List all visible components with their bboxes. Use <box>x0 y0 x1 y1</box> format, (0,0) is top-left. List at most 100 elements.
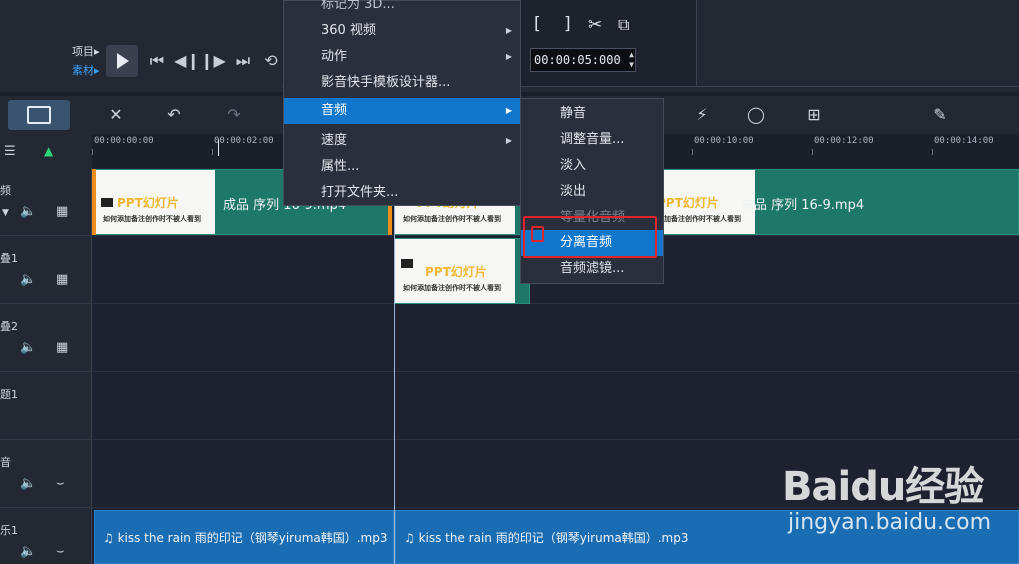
ripple-edit-icon[interactable]: ▦ <box>56 272 68 287</box>
menu-item-mark-3d[interactable]: 标记为 3D... <box>284 0 520 18</box>
ripple-edit-icon[interactable]: ▦ <box>56 340 68 355</box>
menu-item-open-folder[interactable]: 打开文件夹... <box>284 180 520 206</box>
timecode-value: 00:00:05:000 <box>534 53 621 67</box>
menu-item-properties[interactable]: 属性... <box>284 154 520 180</box>
go-to-end-icon[interactable]: ⏭ <box>228 46 258 76</box>
timecode-field[interactable]: 00:00:05:000 ▲ ▼ <box>530 48 636 72</box>
thumb-subtitle: 如何添加备注创作时不被人看到 <box>403 215 501 223</box>
track-row-title1[interactable] <box>92 372 1019 440</box>
track-header-music1: 乐1 🔈 ⌣ <box>0 508 92 564</box>
add-marker-icon[interactable]: ▲ <box>44 144 53 158</box>
mask-icon[interactable]: ◯ <box>744 104 768 126</box>
speaker-icon[interactable]: 🔈 <box>20 204 36 219</box>
ruler-cursor <box>218 140 219 156</box>
submenu-item-mute[interactable]: 静音 <box>521 101 663 127</box>
audio-clip[interactable]: ♫ kiss the rain 雨的印记（钢琴yiruma韩国）.mp3 <box>94 510 394 564</box>
undo-icon[interactable]: ↶ <box>162 104 186 126</box>
annotation-cursor-box <box>531 226 544 242</box>
menu-item-label: 音频 <box>321 103 348 118</box>
menu-item-label: 静音 <box>560 106 587 121</box>
track-headers: 频 ▼ 🔈 ▦ 叠1 🔈 ▦ 叠2 🔈 ▦ 题1 音 🔈 ⌣ 乐1 🔈 ⌣ <box>0 168 92 564</box>
submenu-item-fade-out[interactable]: 淡出 <box>521 179 663 205</box>
menu-item-label: 音频滤镜... <box>560 261 625 276</box>
menu-item-label: 360 视频 <box>321 23 376 38</box>
speaker-icon <box>101 198 113 207</box>
motion-tracking-icon[interactable]: ⚡ <box>690 104 714 126</box>
project-mode-label[interactable]: 项目▸ <box>72 43 100 59</box>
thumb-title: PPT幻灯片 <box>117 196 179 210</box>
track-manager-bar: ☰ ▲ <box>0 134 92 168</box>
mark-in-icon[interactable]: [ <box>534 14 541 34</box>
audio-wave-icon[interactable]: ⌣ <box>56 544 65 559</box>
track-label: 乐1 <box>0 524 18 537</box>
menu-item-template-designer[interactable]: 影音快手模板设计器... <box>284 70 520 96</box>
track-label: 题1 <box>0 388 18 401</box>
play-button[interactable] <box>106 45 138 77</box>
menu-item-audio[interactable]: 音频 ▶ <box>284 98 520 124</box>
divider <box>696 0 697 86</box>
copy-frame-icon[interactable]: ⧉ <box>618 15 629 35</box>
ripple-edit-icon[interactable]: ▦ <box>56 204 68 219</box>
clip-icon <box>401 259 413 268</box>
clip-context-menu: 标记为 3D... 360 视频 ▶ 动作 ▶ 影音快手模板设计器... 音频 ▶ 速… <box>283 0 521 206</box>
speaker-icon[interactable]: 🔈 <box>20 272 36 287</box>
smart-render-icon[interactable]: ✎ <box>928 104 952 126</box>
track-header-video: 频 ▼ 🔈 ▦ <box>0 168 92 236</box>
thumb-subtitle: 如何添加备注创作时不被人看到 <box>103 215 201 223</box>
menu-item-motion[interactable]: 动作 ▶ <box>284 44 520 70</box>
thumb-subtitle: 如何添加备注创作时不被人看到 <box>403 284 501 292</box>
track-header-title1: 题1 <box>0 372 92 440</box>
ruler-tick <box>932 149 933 155</box>
redo-icon[interactable]: ↷ <box>222 104 246 126</box>
speaker-icon[interactable]: 🔈 <box>20 340 36 355</box>
menu-item-label: 淡出 <box>560 184 587 199</box>
ruler-tick <box>812 149 813 155</box>
timeline-view-button[interactable] <box>8 100 70 130</box>
menu-item-360-video[interactable]: 360 视频 ▶ <box>284 18 520 44</box>
overlay-clip[interactable]: PPT幻灯片 如何添加备注创作时不被人看到 <box>394 238 530 304</box>
submenu-arrow-icon: ▶ <box>505 106 512 115</box>
pan-zoom-icon[interactable]: ⊞ <box>802 104 826 126</box>
clip-name: 成品 序列 16-9.mp4 <box>741 198 865 213</box>
ruler-tick <box>212 149 213 155</box>
submenu-item-audio-filter[interactable]: 音频滤镜... <box>521 256 663 282</box>
tools-icon[interactable]: ✕ <box>104 104 128 126</box>
player-controls: 项目▸ 素材▸ ⏮ ◀❙ ❙▶ ⏭ ⟲ <box>0 0 282 92</box>
split-clip-icon[interactable]: ✂ <box>588 15 602 35</box>
thumb-title: PPT幻灯片 <box>657 196 719 210</box>
timecode-stepper-icon[interactable]: ▲ ▼ <box>629 50 634 70</box>
track-label: 频 <box>0 184 11 197</box>
submenu-item-fade-in[interactable]: 淡入 <box>521 153 663 179</box>
track-row-overlay2[interactable] <box>92 304 1019 372</box>
track-label: 叠1 <box>0 252 18 265</box>
baidu-watermark: Baidu经验 jingyan.baidu.com <box>782 454 1012 544</box>
menu-item-label: 打开文件夹... <box>321 185 399 200</box>
menu-item-speed[interactable]: 速度 ▶ <box>284 128 520 154</box>
track-label: 叠2 <box>0 320 18 333</box>
trim-controls <box>520 0 696 86</box>
speaker-icon[interactable]: 🔈 <box>20 476 36 491</box>
track-manager-icon[interactable]: ☰ <box>4 144 16 159</box>
go-to-start-icon[interactable]: ⏮ <box>142 46 172 76</box>
ruler-tick-label: 00:00:14:00 <box>934 136 994 146</box>
speaker-icon[interactable]: 🔈 <box>20 544 36 559</box>
mark-out-icon[interactable]: ] <box>564 14 571 34</box>
submenu-item-adjust-volume[interactable]: 调整音量... <box>521 127 663 153</box>
repeat-icon[interactable]: ⟲ <box>256 46 286 76</box>
ruler-tick-label: 00:00:02:00 <box>214 136 274 146</box>
audio-wave-icon[interactable]: ⌣ <box>56 476 65 491</box>
thumb-title: PPT幻灯片 <box>425 265 487 279</box>
clip-thumbnail: PPT幻灯片 如何添加备注创作时不被人看到 <box>395 239 515 303</box>
track-header-overlay1: 叠1 🔈 ▦ <box>0 236 92 304</box>
playhead[interactable] <box>394 168 395 564</box>
ruler-tick <box>692 149 693 155</box>
track-header-voice: 音 🔈 ⌣ <box>0 440 92 508</box>
menu-item-label: 淡入 <box>560 158 587 173</box>
clip-mode-label[interactable]: 素材▸ <box>72 62 100 78</box>
dropdown-icon[interactable]: ▼ <box>2 208 9 218</box>
next-frame-icon[interactable]: ❙▶ <box>198 46 228 76</box>
timeline-view-icon <box>27 106 51 124</box>
audio-clip-name: ♫ kiss the rain 雨的印记（钢琴yiruma韩国）.mp3 <box>103 531 388 545</box>
track-header-overlay2: 叠2 🔈 ▦ <box>0 304 92 372</box>
menu-item-label: 动作 <box>321 49 348 64</box>
